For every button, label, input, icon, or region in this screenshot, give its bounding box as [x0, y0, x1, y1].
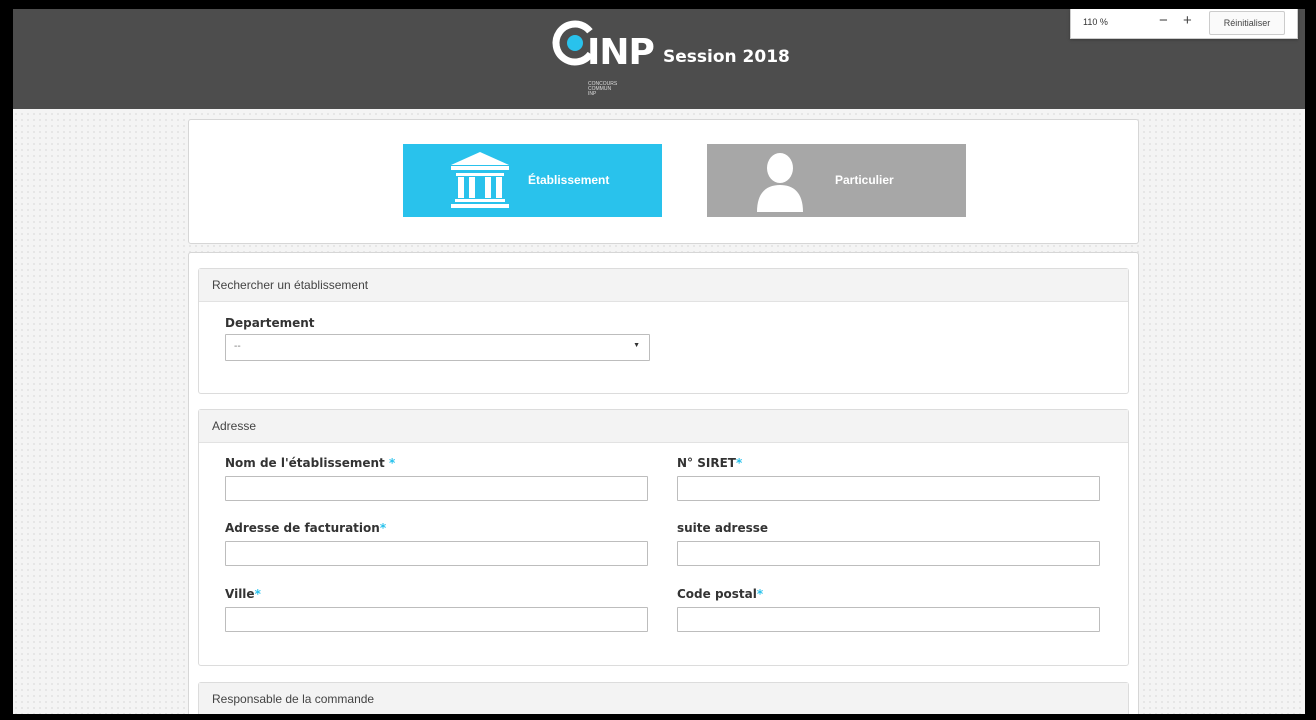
siret-input[interactable]: [677, 476, 1100, 501]
zoom-in-button[interactable]: +: [1183, 12, 1192, 29]
zoom-panel: 110 % − + Réinitialiser: [1070, 9, 1298, 39]
siret-label: N° SIRET*: [677, 456, 743, 470]
session-title: Session 2018: [663, 47, 790, 67]
logo-text: INP: [587, 32, 655, 73]
zoom-reset-button[interactable]: Réinitialiser: [1209, 11, 1285, 35]
ville-label: Ville*: [225, 587, 261, 601]
particulier-button[interactable]: Particulier: [707, 144, 966, 217]
code-postal-input[interactable]: [677, 607, 1100, 632]
adresse-panel: Adresse Nom de l'établissement * N° SIRE…: [198, 409, 1129, 666]
adresse-facturation-label: Adresse de facturation*: [225, 521, 387, 535]
account-type-card: Établissement Particulier: [188, 119, 1139, 244]
suite-adresse-label: suite adresse: [677, 521, 769, 535]
particulier-label: Particulier: [835, 173, 894, 187]
search-panel-title: Rechercher un établissement: [199, 269, 1128, 302]
site-header: INP CONCOURS COMMUN INP Session 2018 110…: [13, 9, 1305, 109]
responsable-panel: Responsable de la commande: [198, 682, 1129, 714]
nom-etablissement-label: Nom de l'établissement *: [225, 456, 396, 470]
logo-subtitle: CONCOURS COMMUN INP: [588, 81, 618, 97]
required-mark: *: [254, 587, 261, 601]
nom-etablissement-input[interactable]: [225, 476, 648, 501]
code-postal-label: Code postal*: [677, 587, 764, 601]
departement-select-value: --: [234, 341, 241, 352]
required-mark: *: [379, 521, 387, 535]
etablissement-button[interactable]: Établissement: [403, 144, 662, 217]
etablissement-label: Établissement: [528, 173, 610, 187]
browser-viewport: INP CONCOURS COMMUN INP Session 2018 110…: [13, 9, 1305, 714]
ville-input[interactable]: [225, 607, 648, 632]
adresse-panel-title: Adresse: [199, 410, 1128, 443]
zoom-out-button[interactable]: −: [1159, 12, 1168, 29]
required-mark: *: [388, 456, 396, 470]
institution-icon: [451, 152, 509, 208]
suite-adresse-input[interactable]: [677, 541, 1100, 566]
person-icon: [757, 153, 803, 212]
caret-down-icon: ▼: [633, 342, 640, 349]
departement-label: Departement: [225, 316, 315, 330]
responsable-panel-title: Responsable de la commande: [199, 683, 1128, 714]
zoom-level: 110 %: [1083, 17, 1108, 27]
order-form-card: Rechercher un établissement Departement …: [188, 252, 1139, 714]
required-mark: *: [735, 456, 743, 470]
search-panel: Rechercher un établissement Departement …: [198, 268, 1129, 394]
required-mark: *: [756, 587, 764, 601]
adresse-facturation-input[interactable]: [225, 541, 648, 566]
departement-select[interactable]: -- ▼: [225, 334, 650, 361]
